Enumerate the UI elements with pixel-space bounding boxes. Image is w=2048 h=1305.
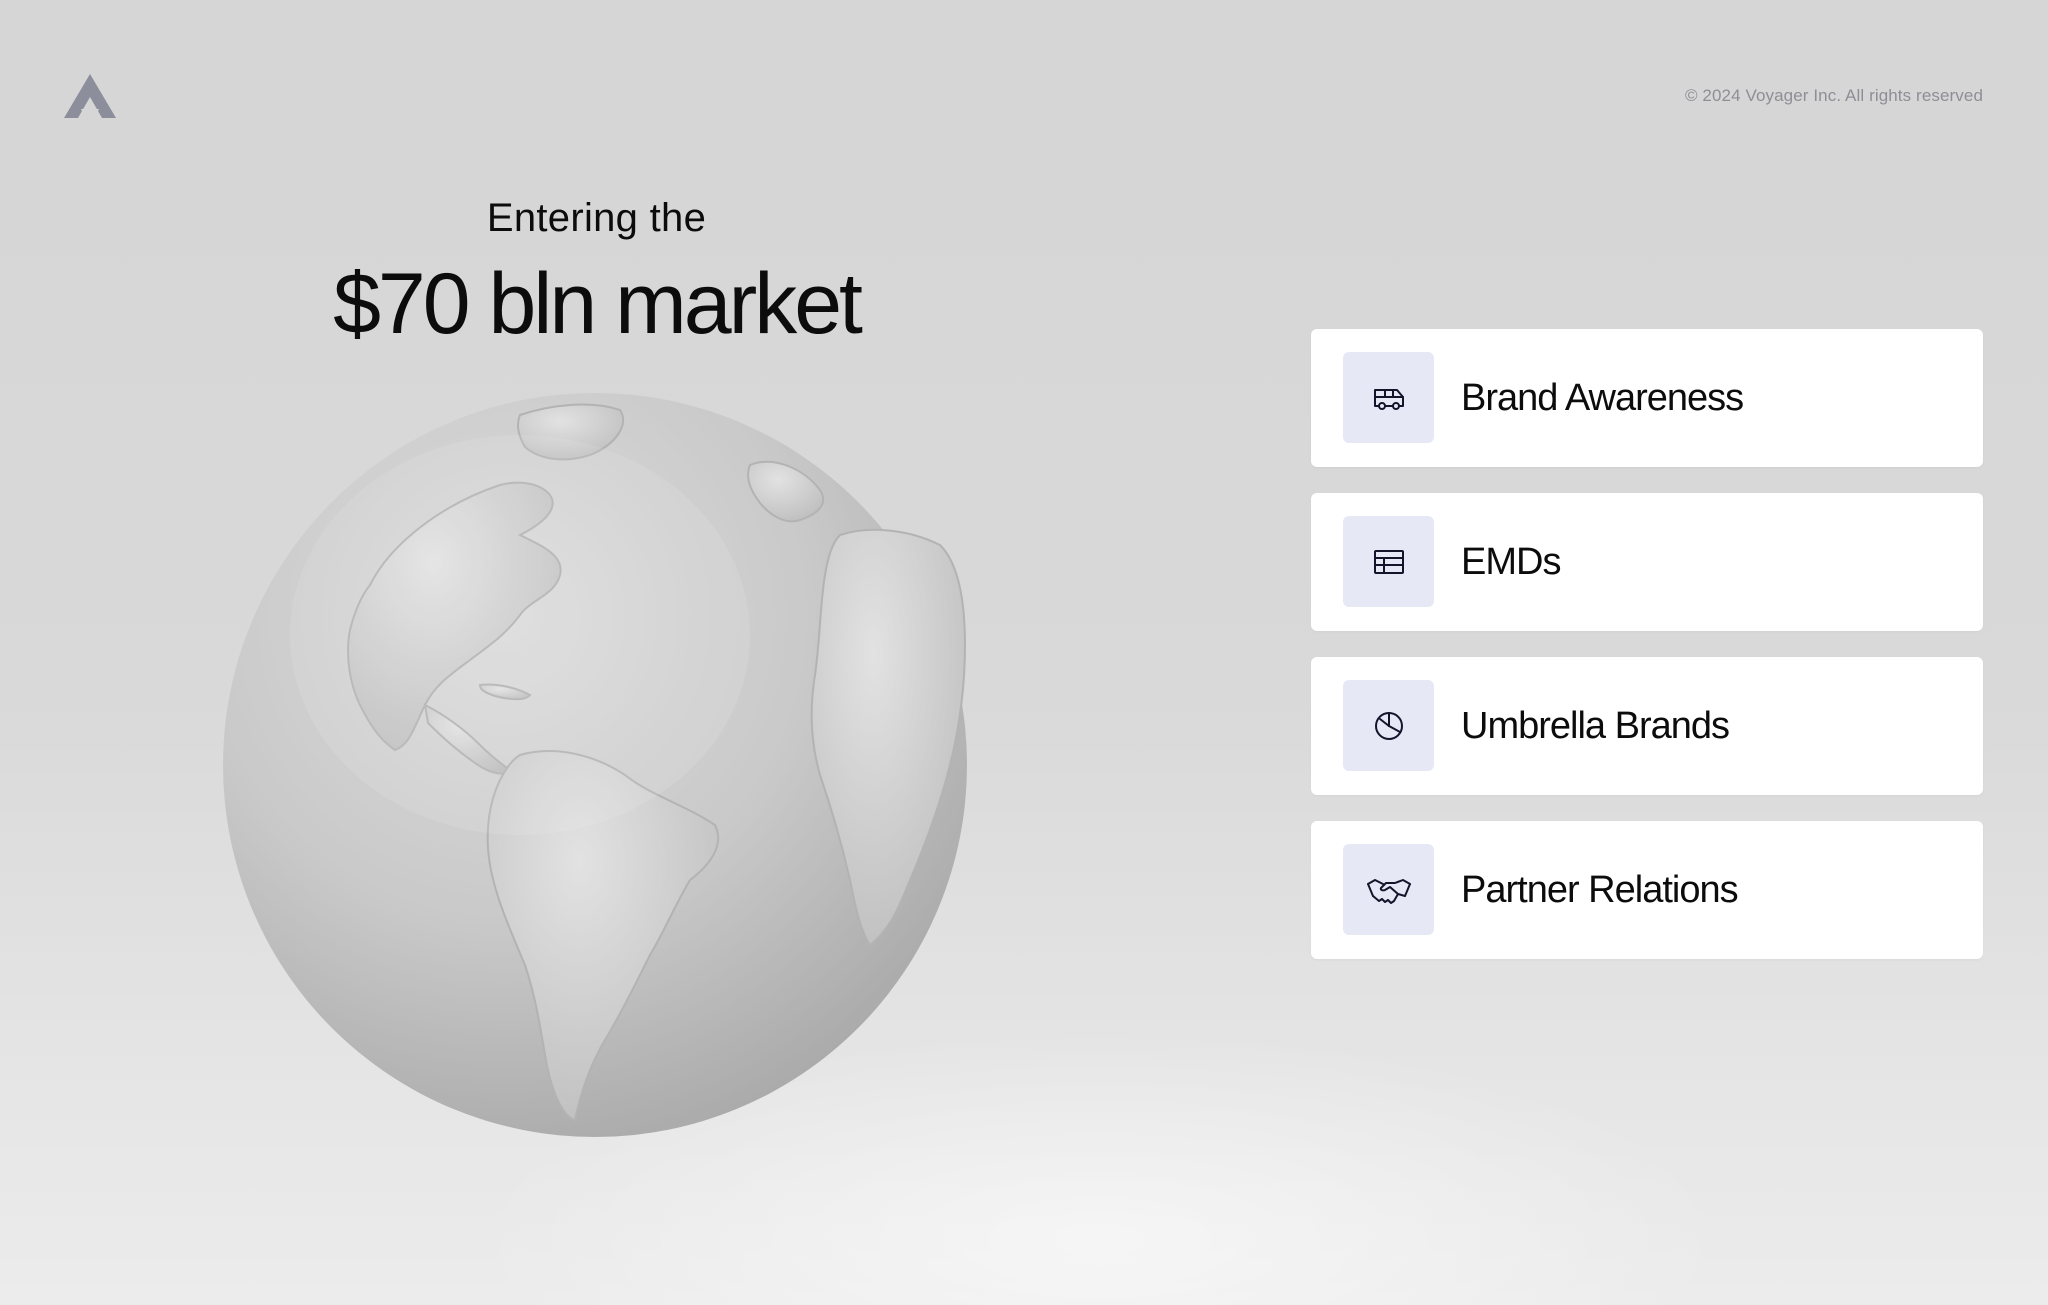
- pie-chart-icon: [1374, 711, 1403, 740]
- table-icon: [1373, 549, 1404, 574]
- card-icon-box: [1343, 516, 1434, 607]
- card-partner-relations[interactable]: Partner Relations: [1311, 821, 1983, 959]
- copyright-text: © 2024 Voyager Inc. All rights reserved: [1684, 86, 1983, 105]
- card-emds[interactable]: EMDs: [1311, 493, 1983, 631]
- headline-title: $70 bln market: [333, 256, 863, 352]
- card-umbrella-brands[interactable]: Umbrella Brands: [1311, 657, 1983, 795]
- card-label: Umbrella Brands: [1461, 705, 1730, 747]
- card-icon-box: [1343, 352, 1434, 443]
- globe-image: [223, 393, 967, 1137]
- van-icon: [1373, 388, 1404, 410]
- voyager-logo[interactable]: [64, 74, 116, 118]
- card-label: Brand Awareness: [1461, 377, 1744, 419]
- feature-list: Brand Awareness EMDs Umbrella Brands Par…: [1311, 329, 1983, 985]
- handshake-icon: [1366, 878, 1411, 904]
- headline-subtitle: Entering the: [486, 196, 707, 240]
- card-label: EMDs: [1461, 541, 1561, 583]
- card-label: Partner Relations: [1461, 869, 1739, 911]
- card-icon-box: [1343, 844, 1434, 935]
- card-brand-awareness[interactable]: Brand Awareness: [1311, 329, 1983, 467]
- top-bar: [0, 0, 2048, 140]
- headline: Entering the $70 bln market: [240, 190, 953, 352]
- card-icon-box: [1343, 680, 1434, 771]
